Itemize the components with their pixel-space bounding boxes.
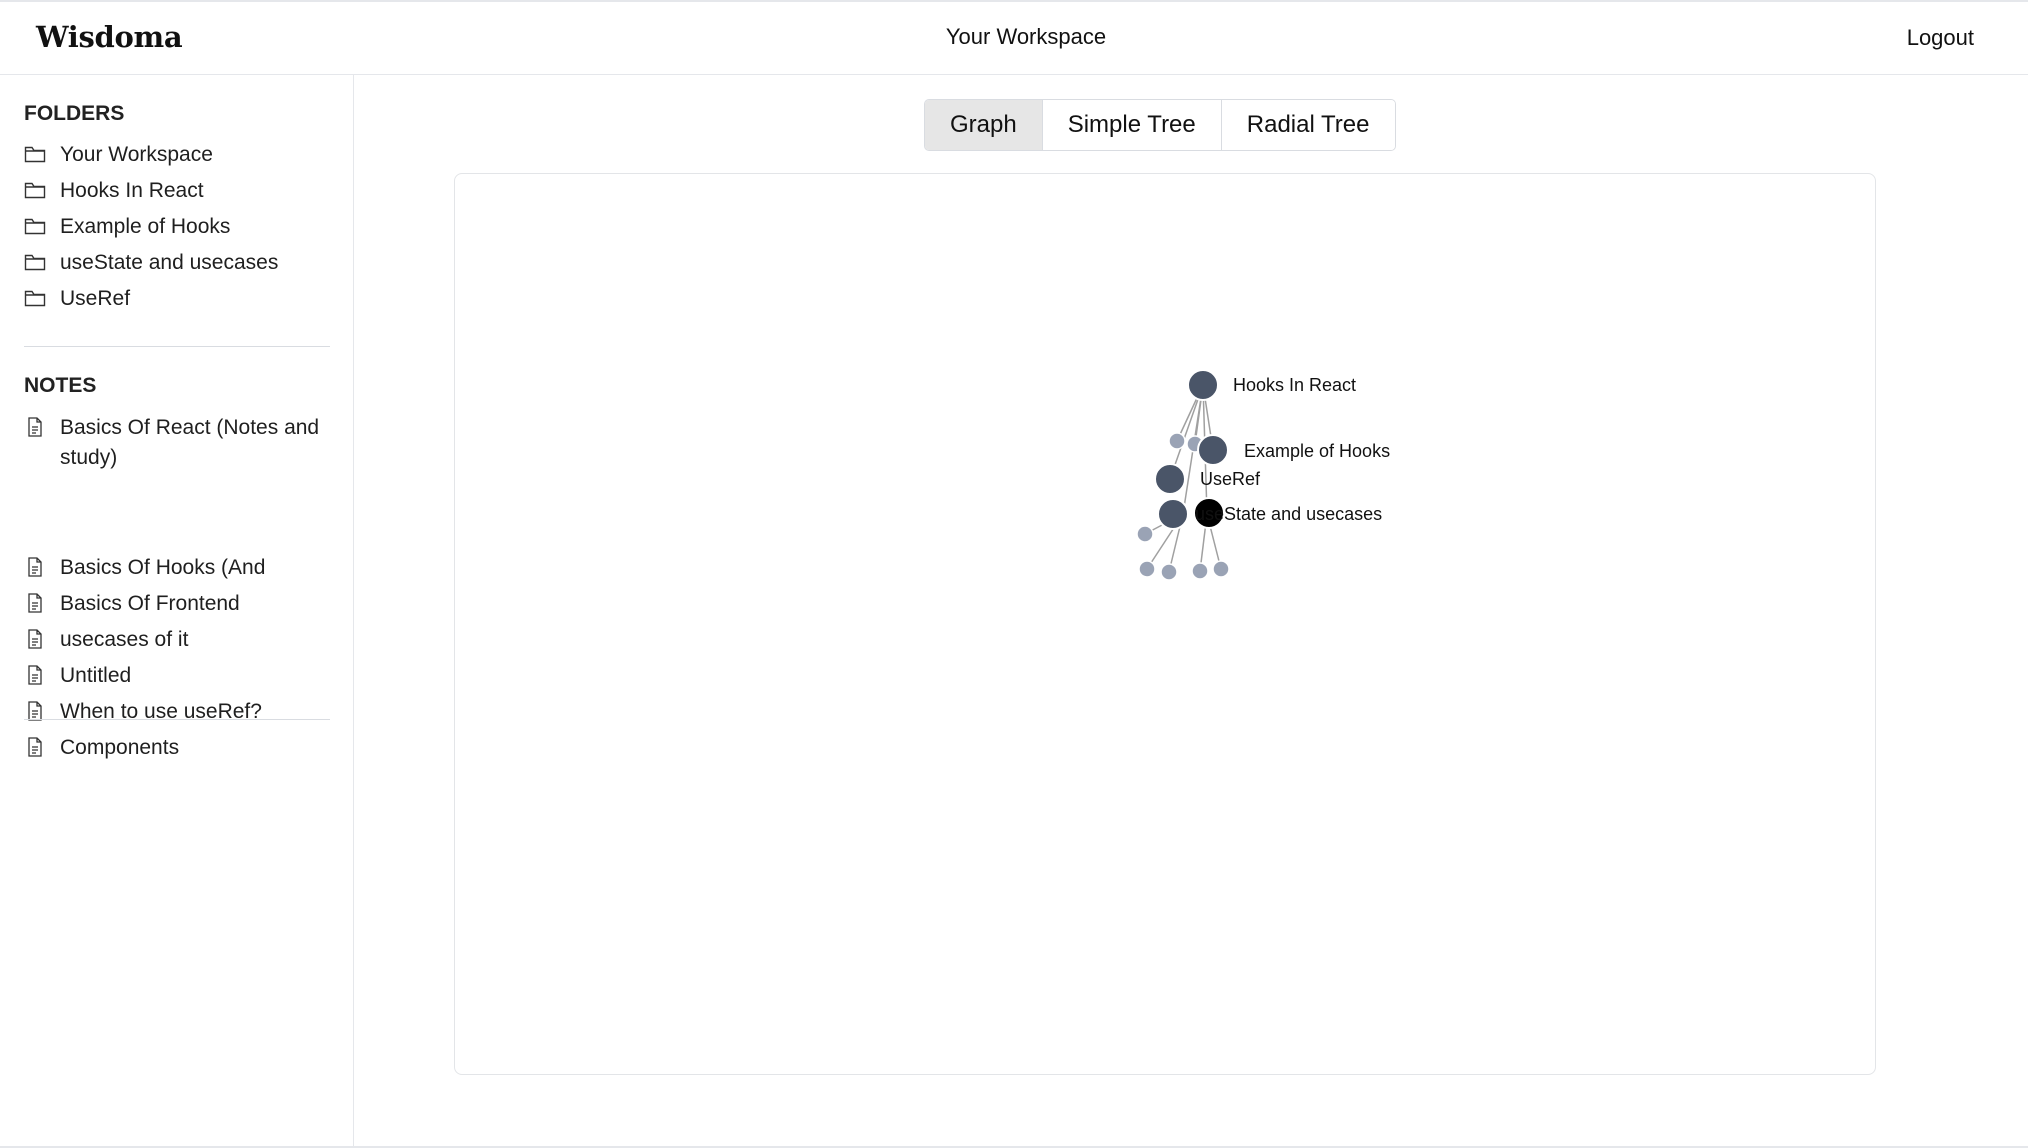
folder-icon [24,290,46,307]
note-node[interactable] [1168,432,1186,450]
folder-node-example-of-hooks[interactable] [1197,434,1229,466]
document-icon [28,417,42,437]
note-item-label: Components [60,736,180,759]
note-item-basics-of-react[interactable]: Basics Of React (Notes and study) [24,413,324,473]
node-label-useref: UseRef [1200,469,1261,489]
document-icon [28,593,42,613]
document-icon [28,629,42,649]
folder-icon [24,146,46,163]
folder-item-useref[interactable]: UseRef [24,284,324,314]
note-item-label: When to use useRef? [60,700,262,723]
folder-item-hooks-in-react[interactable]: Hooks In React [24,176,324,206]
document-icon [28,737,42,757]
note-item-label: Basics Of React (Notes and study) [60,416,320,469]
view-tabs: Graph Simple Tree Radial Tree [924,99,1396,151]
note-item-untitled[interactable]: Untitled [24,661,324,691]
document-icon [28,701,42,721]
note-item-label: usecases of it [60,628,189,651]
tab-graph[interactable]: Graph [925,100,1043,150]
folder-item-label: UseRef [60,287,131,310]
graph-canvas[interactable]: Hooks In React Example of Hooks UseRef u… [455,174,1877,1076]
tab-radial-tree[interactable]: Radial Tree [1221,100,1395,150]
folders-heading: FOLDERS [24,102,125,125]
tab-simple-tree[interactable]: Simple Tree [1042,100,1222,150]
note-item-label: Basics Of Hooks (And [60,556,266,579]
note-node[interactable] [1191,562,1209,580]
note-node[interactable] [1136,525,1154,543]
workspace-title: Your Workspace [945,24,1107,49]
note-item-usecases-of-it[interactable]: usecases of it [24,625,324,655]
note-item-basics-of-hooks[interactable]: Basics Of Hooks (And [24,553,324,583]
node-label-hooks-in-react: Hooks In React [1233,375,1356,395]
sidebar: FOLDERS Your Workspace Hooks In React Ex… [0,75,354,1148]
folder-item-your-workspace[interactable]: Your Workspace [24,140,324,170]
folder-node-useref[interactable] [1154,463,1186,495]
note-node[interactable] [1212,560,1230,578]
document-icon [28,665,42,685]
graph-panel: Hooks In React Example of Hooks UseRef u… [454,173,1876,1075]
node-label-example-of-hooks: Example of Hooks [1244,441,1390,461]
folder-icon [24,182,46,199]
node-label-usestate-and-usecases: useState and usecases [1195,504,1382,524]
note-item-when-to-use-useref[interactable]: When to use useRef? [24,697,324,727]
document-icon [28,557,42,577]
folder-item-label: Example of Hooks [60,215,231,238]
note-item-label: Basics Of Frontend [60,592,240,615]
folder-item-example-of-hooks[interactable]: Example of Hooks [24,212,324,242]
folder-node-workspace[interactable] [1157,498,1189,530]
folder-item-label: Your Workspace [60,143,213,166]
folder-node-hooks-in-react[interactable] [1187,369,1219,401]
note-item-components[interactable]: Components [24,733,324,763]
sidebar-divider [24,346,330,347]
notes-heading: NOTES [24,374,97,397]
folder-icon [24,254,46,271]
sidebar-divider [24,719,330,720]
top-bar: Wisdoma Your Workspace Logout [0,2,2028,75]
folder-item-label: Hooks In React [60,179,204,202]
note-node[interactable] [1138,560,1156,578]
folder-item-label: useState and usecases [60,251,279,274]
note-item-label: Untitled [60,664,132,687]
note-item-basics-of-frontend[interactable]: Basics Of Frontend [24,589,324,619]
folder-icon [24,218,46,235]
logout-button[interactable]: Logout [1907,25,1974,51]
folder-item-usestate-and-usecases[interactable]: useState and usecases [24,248,324,278]
note-node[interactable] [1160,563,1178,581]
